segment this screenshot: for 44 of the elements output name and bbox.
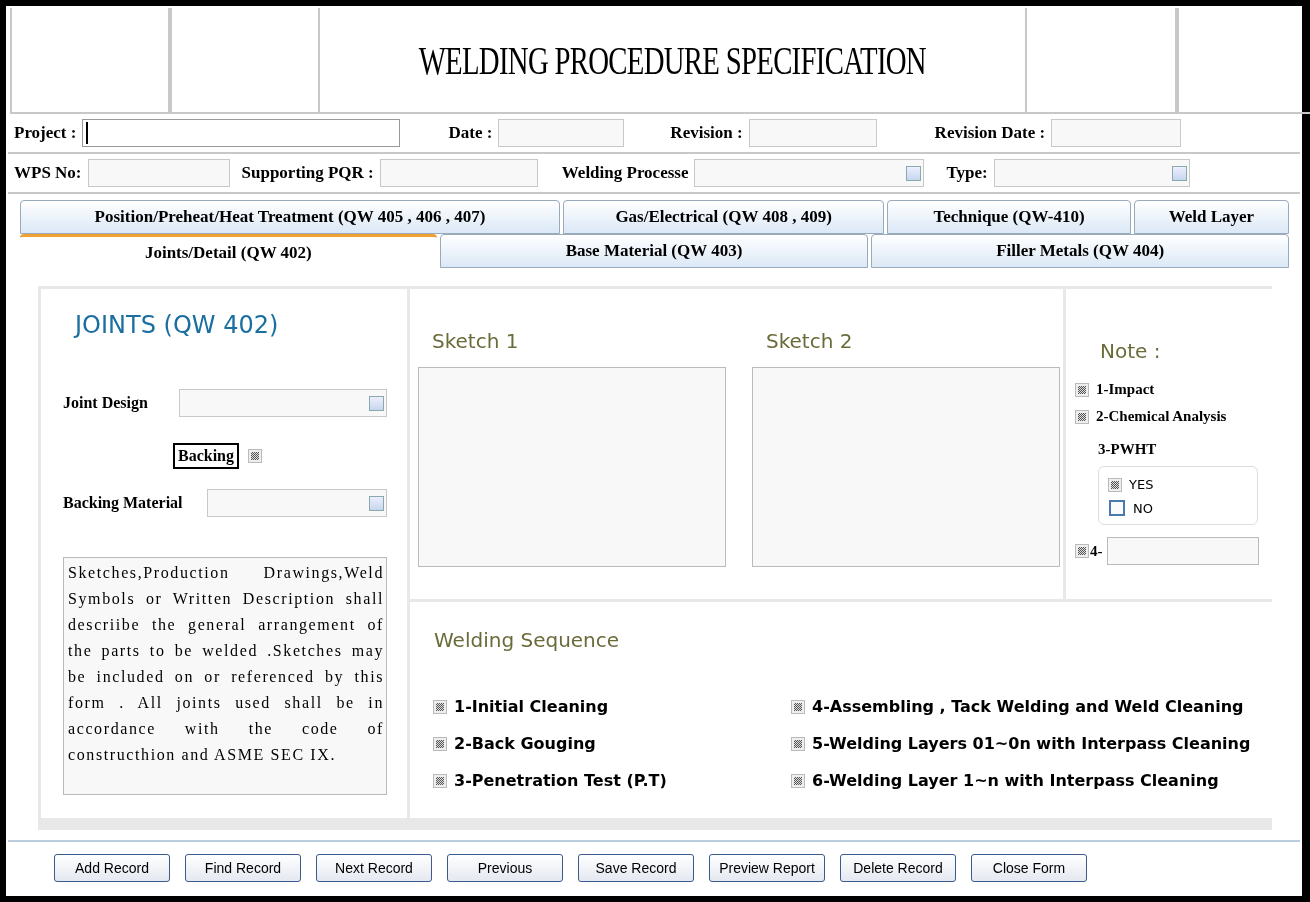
checkbox-label: 4- — [1090, 542, 1103, 560]
record-button[interactable]: Delete Record — [840, 854, 956, 882]
section-title: Welding Sequence — [434, 628, 621, 652]
tab[interactable]: Position/Preheat/Heat Treatment (QW 405 , 406 , 407) — [20, 200, 560, 234]
field-label: Revision : — [670, 123, 743, 143]
checkbox-label: 4-Assembling , Tack Welding and Weld Cleaning — [812, 697, 1244, 716]
field-label: WPS No: — [14, 163, 82, 183]
note-title: Note : — [1100, 339, 1162, 363]
section-title: JOINTS (QW 402) — [75, 311, 280, 339]
tab[interactable]: Filler Metals (QW 404) — [871, 234, 1289, 268]
sketch-title: Sketch 2 — [766, 329, 854, 353]
checkbox-label: NO — [1133, 500, 1153, 516]
checkbox-label: 1-Initial Cleaning — [454, 697, 609, 716]
tab[interactable]: Technique (QW-410) — [887, 200, 1131, 234]
checkbox-label: YES — [1129, 477, 1154, 492]
tab[interactable]: Gas/Electrical (QW 408 , 409) — [563, 200, 885, 234]
checkbox-label: 1-Impact — [1096, 381, 1155, 398]
form-title: WELDING PROCEDURE SPECIFICATION — [418, 36, 926, 84]
field-label: Backing — [173, 443, 239, 469]
field-label: Supporting PQR : — [241, 163, 374, 183]
record-button[interactable]: Previous — [447, 854, 563, 882]
description-text: Sketches,Production Drawings,Weld Symbols or Written Description shall descriibe the general arrangement of the parts to be welded .Sketches may be included on or referenced by this form . All joints used shall be in accordance with the code of constructhion and ASME SEC IX. — [63, 557, 387, 795]
tab[interactable]: Weld Layer — [1133, 200, 1289, 234]
record-button[interactable]: Next Record — [316, 854, 432, 882]
field-label: Welding Processe — [561, 163, 689, 183]
checkbox-label: 5-Welding Layers 01~0n with Interpass Cleaning — [812, 734, 1251, 753]
field-label: Type: — [946, 163, 988, 183]
checkbox-label: 2-Back Gouging — [454, 734, 596, 753]
record-button[interactable]: Preview Report — [709, 854, 825, 882]
record-button[interactable]: Save Record — [578, 854, 694, 882]
tab[interactable]: Base Material (QW 403) — [439, 234, 869, 268]
record-button[interactable]: Add Record — [54, 854, 170, 882]
field-label: Backing Material — [63, 494, 183, 512]
checkbox-label: 6-Welding Layer 1~n with Interpass Cleaning — [812, 771, 1219, 790]
record-button[interactable]: Find Record — [185, 854, 301, 882]
field-label: Project : — [14, 123, 77, 143]
field-label: Joint Design — [63, 394, 148, 412]
sketch-title: Sketch 1 — [432, 329, 520, 353]
checkbox-label: 3-Penetration Test (P.T) — [454, 771, 667, 790]
field-label: Revision Date : — [934, 123, 1046, 143]
group-label: 3-PWHT — [1098, 441, 1158, 458]
record-button[interactable]: Close Form — [971, 854, 1087, 882]
checkbox-label: 2-Chemical Analysis — [1096, 408, 1227, 425]
field-label: Date : — [448, 123, 493, 143]
